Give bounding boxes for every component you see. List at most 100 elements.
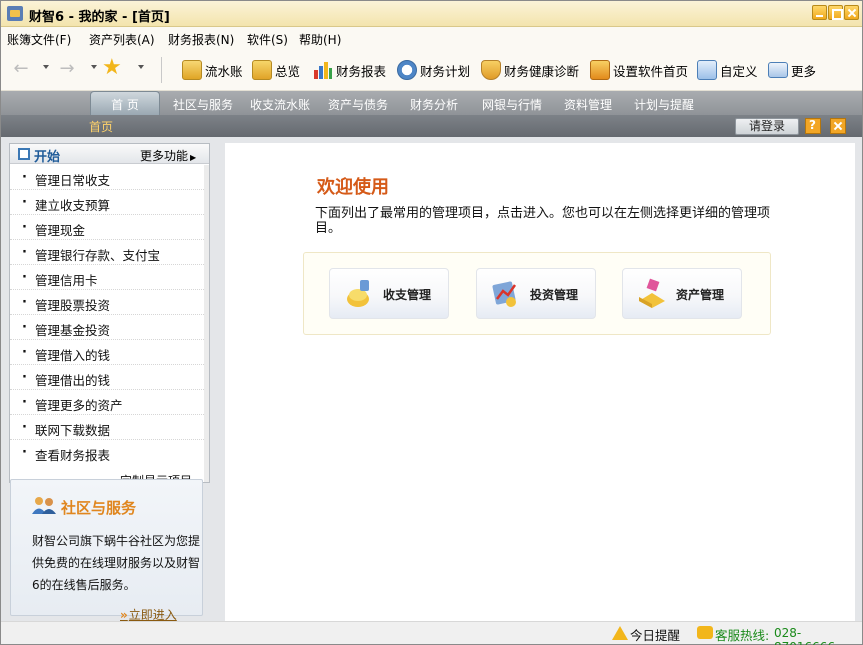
menu-reports[interactable]: 财务报表(N) — [168, 31, 234, 48]
bullet-icon: · — [22, 345, 27, 360]
phone-icon — [697, 626, 713, 639]
investment-button[interactable]: 投资管理 — [476, 268, 596, 319]
set-homepage-button[interactable]: 设置软件首页 — [590, 59, 688, 81]
sidebar-header: 开始 更多功能 ▶ — [10, 144, 209, 165]
sidebar-item[interactable]: · 管理现金 — [10, 215, 204, 240]
reports-label: 财务报表 — [336, 63, 387, 79]
overview-button[interactable]: 总览 — [252, 59, 300, 81]
income-expense-label: 收支管理 — [383, 288, 432, 302]
asset-label: 资产管理 — [676, 288, 725, 302]
today-reminder-link[interactable]: 今日提醒 — [630, 625, 680, 644]
app-window: 财智6 - 我的家 - [首页] 账簿文件(F) 资产列表(A) 财务报表(N)… — [0, 0, 863, 645]
tab-home[interactable]: 首 页 — [90, 91, 160, 115]
sidebar-item[interactable]: · 管理基金投资 — [10, 315, 204, 340]
customize-button[interactable]: 自定义 — [697, 59, 758, 81]
status-bar: 今日提醒 客服热线: 028-87016666 — [1, 621, 862, 645]
sidebar-item[interactable]: · 管理信用卡 — [10, 265, 204, 290]
tab-home-label: 首 页 — [111, 98, 139, 112]
bullet-icon: · — [22, 220, 27, 235]
more-functions-button[interactable]: 更多功能 ▶ — [140, 147, 209, 163]
favorites-star-icon[interactable]: ★ — [102, 57, 122, 79]
investment-label: 投资管理 — [530, 288, 579, 302]
bullet-icon: · — [22, 320, 27, 335]
sidebar-item-label: 查看财务报表 — [35, 448, 111, 463]
more-button[interactable]: 更多 — [768, 59, 816, 81]
sidebar-item-label: 管理日常收支 — [35, 173, 111, 188]
favorites-dropdown-icon[interactable] — [138, 65, 144, 69]
health-button[interactable]: 财务健康诊断 — [481, 59, 579, 81]
double-chevron-icon: » — [120, 608, 128, 622]
bullet-icon: · — [22, 420, 27, 435]
forward-dropdown-icon[interactable] — [91, 65, 97, 69]
quick-access-box: 收支管理 投资管理 资产管理 — [303, 252, 771, 335]
more-icon — [768, 62, 788, 78]
tab-community[interactable]: 社区与服务 — [173, 96, 233, 113]
sidebar-item-label: 管理银行存款、支付宝 — [35, 248, 161, 263]
journal-button[interactable]: 流水账 — [182, 59, 243, 81]
sidebar: 开始 更多功能 ▶ · 管理日常收支 · 建立收支预算 · 管理现金 · 管理银行存款、支… — [9, 143, 210, 483]
overview-icon — [252, 60, 272, 80]
journal-icon — [182, 60, 202, 80]
sidebar-item[interactable]: · 联网下载数据 — [10, 415, 204, 440]
sidebar-item[interactable]: · 管理银行存款、支付宝 — [10, 240, 204, 265]
tab-banking[interactable]: 网银与行情 — [482, 96, 542, 113]
maximize-button[interactable] — [828, 5, 843, 20]
sidebar-item[interactable]: · 建立收支预算 — [10, 190, 204, 215]
sidebar-item[interactable]: · 管理日常收支 — [10, 165, 204, 190]
bullet-icon: · — [22, 170, 27, 185]
menu-assets[interactable]: 资产列表(A) — [89, 31, 155, 48]
investment-icon — [491, 277, 521, 309]
hotline-number: 028-87016666 — [774, 626, 835, 645]
sidebar-item-label: 管理基金投资 — [35, 323, 111, 338]
tab-plans[interactable]: 计划与提醒 — [634, 96, 694, 113]
sidebar-scrollbar[interactable] — [204, 165, 209, 482]
tab-data[interactable]: 资料管理 — [564, 96, 612, 113]
home-arrow-icon — [590, 60, 610, 80]
sidebar-item[interactable]: · 查看财务报表 — [10, 440, 204, 465]
menu-bar: 账簿文件(F) 资产列表(A) 财务报表(N) 软件(S) 帮助(H) — [1, 27, 862, 49]
close-button[interactable] — [844, 5, 859, 20]
forward-arrow-icon[interactable]: → — [57, 60, 77, 78]
more-functions-label: 更多功能 — [140, 149, 189, 163]
plan-button[interactable]: 财务计划 — [397, 59, 470, 81]
community-title: 社区与服务 — [61, 499, 137, 517]
menu-file[interactable]: 账簿文件(F) — [7, 31, 71, 48]
minimize-button[interactable] — [812, 5, 827, 20]
tab-assets-debts[interactable]: 资产与债务 — [328, 96, 388, 113]
bullet-icon: · — [22, 195, 27, 210]
sidebar-title: 开始 — [34, 150, 61, 165]
customize-icon — [697, 60, 717, 80]
breadcrumb: 首页 — [89, 120, 114, 134]
customize-label: 自定义 — [720, 63, 758, 79]
sidebar-item-label: 建立收支预算 — [35, 198, 111, 213]
sidebar-item-label: 管理借出的钱 — [35, 373, 111, 388]
set-homepage-label: 设置软件首页 — [613, 63, 689, 79]
toolbar-divider — [161, 57, 162, 83]
back-dropdown-icon[interactable] — [43, 65, 49, 69]
community-description: 财智公司旗下蜗牛谷社区为您提供免费的在线理财服务以及财智6的在线售后服务。 — [32, 534, 201, 592]
tab-analysis[interactable]: 财务分析 — [410, 96, 458, 113]
bullet-icon: · — [22, 295, 27, 310]
more-label: 更多 — [791, 63, 817, 79]
income-expense-button[interactable]: 收支管理 — [329, 268, 449, 319]
reports-button[interactable]: 财务报表 — [313, 59, 386, 81]
sub-bar: 首页 请登录 — [1, 115, 862, 137]
close-page-icon[interactable] — [830, 118, 846, 134]
sidebar-item[interactable]: · 管理更多的资产 — [10, 390, 204, 415]
asset-icon — [637, 277, 667, 309]
asset-button[interactable]: 资产管理 — [622, 268, 742, 319]
help-icon[interactable] — [805, 118, 821, 134]
menu-software[interactable]: 软件(S) — [247, 31, 288, 48]
sidebar-item[interactable]: · 管理借入的钱 — [10, 340, 204, 365]
bullet-icon: · — [22, 370, 27, 385]
tab-journal[interactable]: 收支流水账 — [250, 96, 310, 113]
sidebar-item[interactable]: · 管理借出的钱 — [10, 365, 204, 390]
tab-strip: 首 页 社区与服务 收支流水账 资产与债务 财务分析 网银与行情 资料管理 计划… — [1, 91, 862, 115]
chevron-right-icon: ▶ — [190, 153, 197, 162]
shield-health-icon — [481, 60, 501, 80]
sidebar-item[interactable]: · 管理股票投资 — [10, 290, 204, 315]
sidebar-item-label: 管理借入的钱 — [35, 348, 111, 363]
login-button[interactable]: 请登录 — [735, 118, 799, 135]
menu-help[interactable]: 帮助(H) — [299, 31, 341, 48]
back-arrow-icon[interactable]: ← — [11, 60, 31, 78]
